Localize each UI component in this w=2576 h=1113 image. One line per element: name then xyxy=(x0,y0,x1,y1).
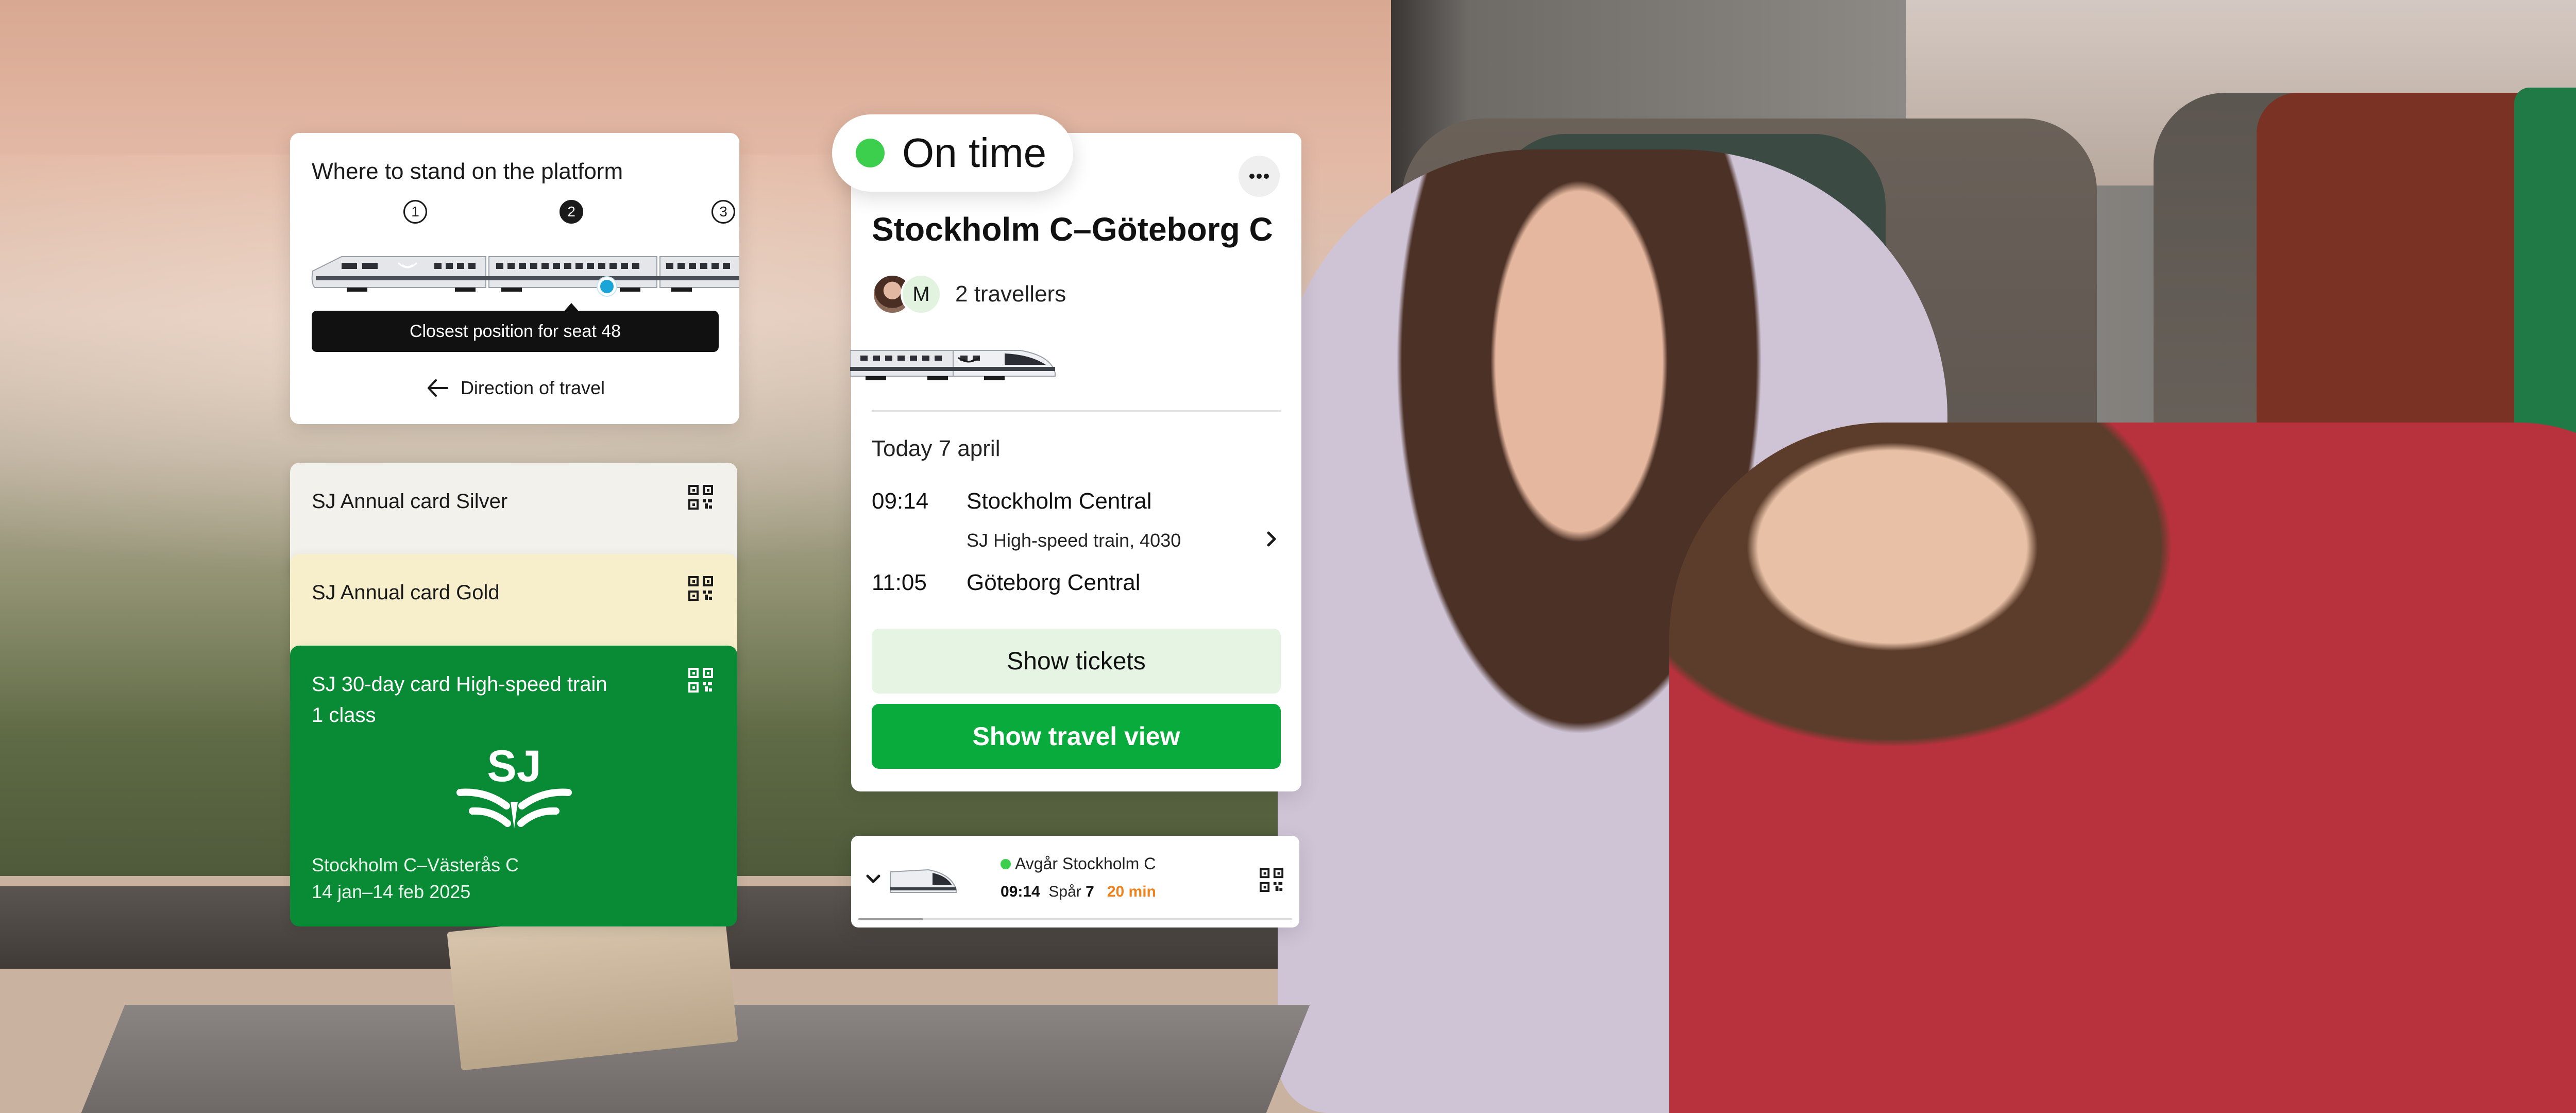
travellers-count: 2 travellers xyxy=(955,281,1066,307)
sj-logo: SJ xyxy=(450,741,579,836)
coach-number-2[interactable]: 2 xyxy=(560,200,583,224)
divider xyxy=(872,410,1281,412)
departure-row: 09:14 Stockholm Central xyxy=(872,488,1151,514)
train-icon xyxy=(850,333,1056,390)
coach-number-3[interactable]: 3 xyxy=(711,200,735,224)
status-text: On time xyxy=(902,130,1047,176)
train-icon xyxy=(311,256,739,292)
status-dot xyxy=(856,139,885,167)
seat-position-marker xyxy=(598,277,616,296)
more-options-button[interactable] xyxy=(1239,156,1280,197)
show-travel-view-button[interactable]: Show travel view xyxy=(872,704,1281,769)
chevron-down-icon[interactable] xyxy=(865,873,882,888)
qr-code-icon[interactable] xyxy=(1259,868,1284,895)
show-tickets-button[interactable]: Show tickets xyxy=(872,629,1281,694)
departure-info: 09:14 Spår 7 20 min xyxy=(1001,883,1156,901)
avatar-initial: M xyxy=(901,274,942,315)
direction-of-travel: Direction of travel xyxy=(290,370,739,406)
departure-time: 09:14 xyxy=(1001,883,1040,900)
chevron-right-icon[interactable] xyxy=(1264,529,1280,552)
svg-text:SJ: SJ xyxy=(487,741,541,791)
closest-position-banner: Closest position for seat 48 xyxy=(312,311,719,352)
arrival-station: Göteborg Central xyxy=(967,570,1141,595)
pass-label: SJ 30-day card High-speed train 1 class xyxy=(312,673,607,727)
pass-label: SJ Annual card Silver xyxy=(312,490,508,513)
departure-time: 09:14 xyxy=(872,488,929,514)
track-label: Spår xyxy=(1048,883,1081,900)
journey-title: Stockholm C–Göteborg C xyxy=(872,211,1273,248)
arrival-row: 11:05 Göteborg Central xyxy=(872,570,1141,596)
coach-numbers: 1 2 3 xyxy=(290,200,739,231)
countdown: 20 min xyxy=(1107,883,1156,900)
journey-card[interactable]: Stockholm C–Göteborg C M 2 travellers To… xyxy=(850,133,1301,791)
more-dots-icon xyxy=(1249,174,1269,179)
track-number: 7 xyxy=(1086,883,1094,900)
coach-number-1[interactable]: 1 xyxy=(403,200,427,224)
departure-station: Stockholm Central xyxy=(967,488,1152,514)
traveller-woman xyxy=(1669,423,2576,1113)
arrival-time: 11:05 xyxy=(872,570,927,595)
qr-code-icon[interactable] xyxy=(688,576,714,604)
journey-date: Today 7 april xyxy=(872,436,1001,461)
status-dot xyxy=(1001,858,1011,869)
book xyxy=(447,903,738,1071)
platform-position-card[interactable]: Where to stand on the platform 1 2 3 Clo… xyxy=(290,133,739,424)
qr-code-icon[interactable] xyxy=(688,484,714,513)
train-coaches-diagram xyxy=(311,236,739,298)
direction-label: Direction of travel xyxy=(460,377,605,398)
departure-widget[interactable]: Avgår Stockholm C 09:14 Spår 7 20 min xyxy=(851,836,1299,927)
arrow-left-icon xyxy=(427,379,448,397)
pass-label: SJ Annual card Gold xyxy=(312,581,500,604)
train-icon xyxy=(887,861,959,904)
journey-progress-fill xyxy=(858,918,924,920)
status-badge: On time xyxy=(832,114,1073,192)
departure-status: Avgår Stockholm C xyxy=(1001,854,1156,873)
service-name: SJ High-speed train, 4030 xyxy=(967,530,1181,551)
journey-progress-bar xyxy=(858,918,1292,920)
qr-code-icon[interactable] xyxy=(688,667,714,696)
travellers[interactable]: M 2 travellers xyxy=(872,271,1066,317)
pass-card-30-day[interactable]: SJ 30-day card High-speed train 1 class … xyxy=(290,646,737,926)
platform-card-title: Where to stand on the platform xyxy=(312,159,623,184)
pass-route: Stockholm C–Västerås C 14 jan–14 feb 202… xyxy=(312,854,519,902)
